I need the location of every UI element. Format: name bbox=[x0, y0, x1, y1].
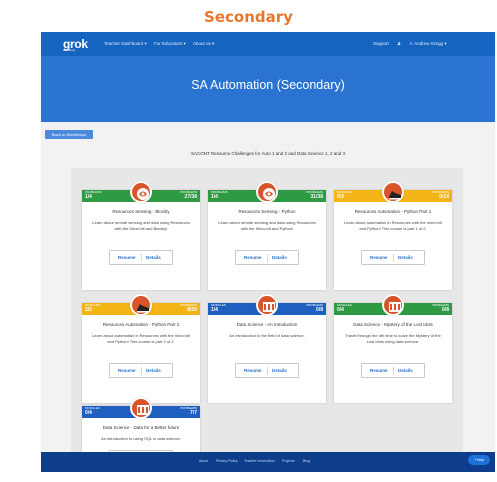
course-grid: PROBLEMS 1/4 PROBLEMS 27/38 Resources Sens… bbox=[71, 168, 463, 472]
action-divider bbox=[393, 254, 394, 262]
card-actions: Resume Details bbox=[361, 363, 425, 378]
footer-link-privacy[interactable]: Privacy Policy bbox=[216, 459, 238, 463]
left-stat-value: 2/2 bbox=[85, 307, 92, 313]
course-card: PROBLEMS 1/4 PROBLEMS 27/38 Resources Sens… bbox=[82, 181, 200, 290]
hero-banner: SA Automation (Secondary) bbox=[41, 56, 495, 122]
card-header: MODULES 1/4 PROBLEMS 0/8 bbox=[208, 294, 326, 316]
left-stat-value: 1/4 bbox=[85, 194, 92, 200]
details-button[interactable]: Details bbox=[146, 255, 161, 260]
card-description: Travel through the 4th time to solve the… bbox=[345, 333, 441, 344]
card-description: Learn about remote sensing and data usin… bbox=[218, 220, 316, 231]
course-card: MODULES 0/4 PROBLEMS 0/8 Data Science - My… bbox=[334, 294, 452, 403]
bell-icon[interactable]: ♟ bbox=[397, 41, 401, 47]
resume-button[interactable]: Resume bbox=[244, 368, 262, 373]
workshop-title: SA Automation (Secondary) bbox=[191, 78, 345, 92]
nav-support[interactable]: Support bbox=[373, 41, 389, 46]
card-title: Resources Automation - Python Part 2 bbox=[102, 322, 180, 327]
card-description: Learn about remote sensing and data usin… bbox=[92, 220, 190, 231]
course-card: MODULES 1/4 PROBLEMS 0/8 Data Science - An… bbox=[208, 294, 326, 403]
action-divider bbox=[267, 254, 268, 262]
resume-button[interactable]: Resume bbox=[370, 255, 388, 260]
card-title: Data Science - Data for a Better future bbox=[102, 425, 180, 430]
details-button[interactable]: Details bbox=[272, 368, 287, 373]
brain-icon bbox=[130, 181, 152, 203]
card-description: Learn about automation in Resources with… bbox=[92, 333, 190, 344]
card-header: MODULES 0/4 PROBLEMS 0/8 bbox=[334, 294, 452, 316]
left-stat-value: 0/4 bbox=[337, 307, 344, 313]
grok-logo[interactable]: grok academy bbox=[63, 37, 88, 52]
page-heading: Secondary bbox=[204, 8, 293, 26]
nav-link-label: Teacher Dashboard bbox=[104, 41, 144, 46]
card-header: MODULES 2/2 PROBLEMS 8/20 bbox=[82, 294, 200, 316]
user-icon: ♙ bbox=[409, 41, 414, 46]
help-button[interactable]: ? Help bbox=[468, 455, 490, 465]
right-stat-value: 0/8 bbox=[442, 307, 449, 313]
resume-button[interactable]: Resume bbox=[118, 255, 136, 260]
footer: About Privacy Policy Teacher Information… bbox=[41, 452, 495, 472]
card-title: Resources Sensing - Blockly bbox=[112, 209, 170, 214]
details-button[interactable]: Details bbox=[398, 255, 413, 260]
left-stat-value: 1/4 bbox=[211, 194, 218, 200]
course-card: MODULES 2/2 PROBLEMS 8/20 Resources Automa… bbox=[82, 294, 200, 403]
card-title: Data Science - Mystery of the Lost Idols bbox=[353, 322, 433, 327]
database-icon bbox=[256, 294, 278, 316]
card-title: Data Science - An Introduction bbox=[236, 322, 298, 327]
footer-link-blog[interactable]: Blog bbox=[303, 459, 310, 463]
user-menu[interactable]: ♙ Andrew Gregg ▾ bbox=[409, 41, 447, 47]
details-button[interactable]: Details bbox=[398, 368, 413, 373]
database-icon bbox=[382, 294, 404, 316]
shoe-icon bbox=[130, 294, 152, 316]
left-stat-value: 0/3 bbox=[337, 194, 344, 200]
resume-button[interactable]: Resume bbox=[244, 255, 262, 260]
right-stat-value: 27/38 bbox=[184, 194, 197, 200]
card-header: PROBLEMS 1/4 PROBLEMS 27/38 bbox=[82, 181, 200, 203]
card-description: An introduction to the field of data sci… bbox=[229, 333, 305, 338]
card-header: MODULES 0/3 PROBLEMS 0/14 bbox=[334, 181, 452, 203]
card-actions: Resume Details bbox=[235, 250, 299, 265]
workshop-info-text: SACONT Resource Challenges for Auto 1 an… bbox=[190, 151, 345, 156]
course-card: PROBLEMS 1/4 PROBLEMS 31/38 Resources Sens… bbox=[208, 181, 326, 290]
card-header: PROBLEMS 1/4 PROBLEMS 31/38 bbox=[208, 181, 326, 203]
card-title: Resources Automation - Python Part 1 bbox=[354, 209, 432, 214]
navbar: grok academy Teacher Dashboard ▾ For Edu… bbox=[41, 32, 495, 56]
card-header: MODULES 0/4 PROBLEMS 7/7 bbox=[82, 397, 200, 419]
left-stat-value: 1/4 bbox=[211, 307, 218, 313]
card-actions: Resume Details bbox=[109, 363, 173, 378]
nav-link-label: For Educators bbox=[154, 41, 183, 46]
nav-teacher-dashboard[interactable]: Teacher Dashboard ▾ bbox=[104, 41, 147, 47]
resume-button[interactable]: Resume bbox=[118, 368, 136, 373]
left-stat-value: 0/4 bbox=[85, 410, 92, 416]
database-icon bbox=[130, 397, 152, 419]
right-stat-value: 0/8 bbox=[316, 307, 323, 313]
card-actions: Resume Details bbox=[109, 250, 173, 265]
details-button[interactable]: Details bbox=[272, 255, 287, 260]
right-stat-value: 31/38 bbox=[310, 194, 323, 200]
right-stat-value: 7/7 bbox=[190, 410, 197, 416]
card-title: Resources Sensing - Python bbox=[238, 209, 296, 214]
user-name: Andrew Gregg bbox=[414, 41, 444, 46]
action-divider bbox=[393, 367, 394, 375]
footer-link-about[interactable]: About bbox=[199, 459, 208, 463]
brain-icon bbox=[256, 181, 278, 203]
right-stat-value: 8/20 bbox=[187, 307, 197, 313]
back-to-workshops-button[interactable]: Back to Workshops bbox=[45, 130, 93, 139]
details-button[interactable]: Details bbox=[146, 368, 161, 373]
right-stat-value: 0/14 bbox=[439, 194, 449, 200]
footer-link-projects[interactable]: Projects bbox=[282, 459, 295, 463]
action-divider bbox=[141, 367, 142, 375]
footer-link-teacher-info[interactable]: Teacher Information bbox=[244, 459, 275, 463]
nav-about-us[interactable]: About us ▾ bbox=[193, 41, 214, 47]
nav-link-label: About us bbox=[193, 41, 211, 46]
card-actions: Resume Details bbox=[235, 363, 299, 378]
card-description: An introduction to using SQL in data sci… bbox=[101, 436, 181, 441]
card-actions: Resume Details bbox=[361, 250, 425, 265]
action-divider bbox=[267, 367, 268, 375]
action-divider bbox=[141, 254, 142, 262]
shoe-icon bbox=[382, 181, 404, 203]
browser-screenshot: grok academy Teacher Dashboard ▾ For Edu… bbox=[41, 32, 495, 472]
card-description: Learn about automation in Resources with… bbox=[344, 220, 442, 231]
resume-button[interactable]: Resume bbox=[370, 368, 388, 373]
course-card: MODULES 0/3 PROBLEMS 0/14 Resources Automa… bbox=[334, 181, 452, 290]
nav-for-educators[interactable]: For Educators ▾ bbox=[154, 41, 186, 47]
